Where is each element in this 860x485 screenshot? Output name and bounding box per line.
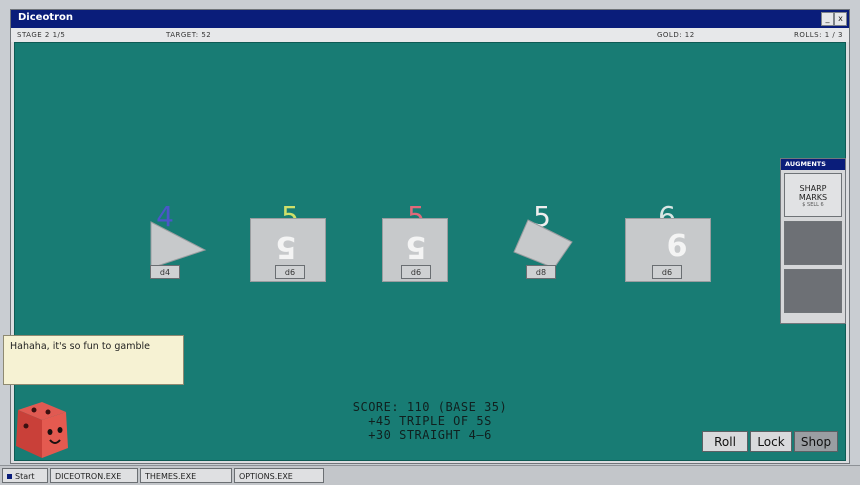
augment-slot-empty[interactable] [784,221,842,265]
augments-panel: AUGMENTS SHARP MARKS $ SELL 6 [780,158,846,324]
taskbar: Start DICEOTRON.EXE THEMES.EXE OPTIONS.E… [0,465,860,485]
score-total: SCORE: 110 (BASE 35) [352,400,508,414]
die-type-tag: d6 [401,265,431,279]
roll-button[interactable]: Roll [702,431,748,452]
die-face-number: 5 [275,229,297,264]
augment-slot-sharp-marks[interactable]: SHARP MARKS $ SELL 6 [784,173,842,217]
score-bonus-straight: +30 STRAIGHT 4–6 [368,428,492,442]
minimize-button[interactable]: _ [821,12,834,26]
die-type-tag: d8 [526,265,556,279]
start-button[interactable]: Start [2,468,48,483]
die-type-tag: d6 [275,265,305,279]
window-title: Diceotron [18,12,74,23]
rolls-indicator: ROLLS: 1 / 3 [794,31,843,39]
die-type-tag: d4 [150,265,180,279]
score-bonus-triple: +45 TRIPLE OF 5S [368,414,492,428]
augments-title: AUGMENTS [781,159,845,170]
lock-button[interactable]: Lock [750,431,792,452]
shop-button[interactable]: Shop [794,431,838,452]
die-face-number: 5 [405,229,427,264]
dice-mascot-icon [16,402,68,458]
score-panel: SCORE: 110 (BASE 35) +45 TRIPLE OF 5S +3… [330,400,530,442]
taskbar-item-themes[interactable]: THEMES.EXE [140,468,232,483]
taskbar-item-options[interactable]: OPTIONS.EXE [234,468,324,483]
start-label: Start [15,472,35,481]
gold-indicator: GOLD: 12 [657,31,695,39]
dialog-text: Hahaha, it's so fun to gamble [10,341,150,352]
title-bar[interactable]: Diceotron _ x [11,10,849,28]
target-indicator: TARGET: 52 [166,31,212,39]
augment-slot-empty[interactable] [784,269,842,313]
augment-name-line2: MARKS [798,193,828,202]
start-icon [7,474,12,479]
close-button[interactable]: x [834,12,847,26]
die-face-number: 6 [666,229,688,264]
taskbar-item-diceotron[interactable]: DICEOTRON.EXE [50,468,138,483]
dialog-box: Hahaha, it's so fun to gamble [3,335,184,385]
die-type-tag: d6 [652,265,682,279]
status-bar: STAGE 2 1/5 TARGET: 52 GOLD: 12 ROLLS: 1… [11,28,849,42]
augment-price: $ SELL 6 [802,202,824,208]
augment-name-line1: SHARP [799,184,827,193]
stage-indicator: STAGE 2 1/5 [17,31,66,39]
